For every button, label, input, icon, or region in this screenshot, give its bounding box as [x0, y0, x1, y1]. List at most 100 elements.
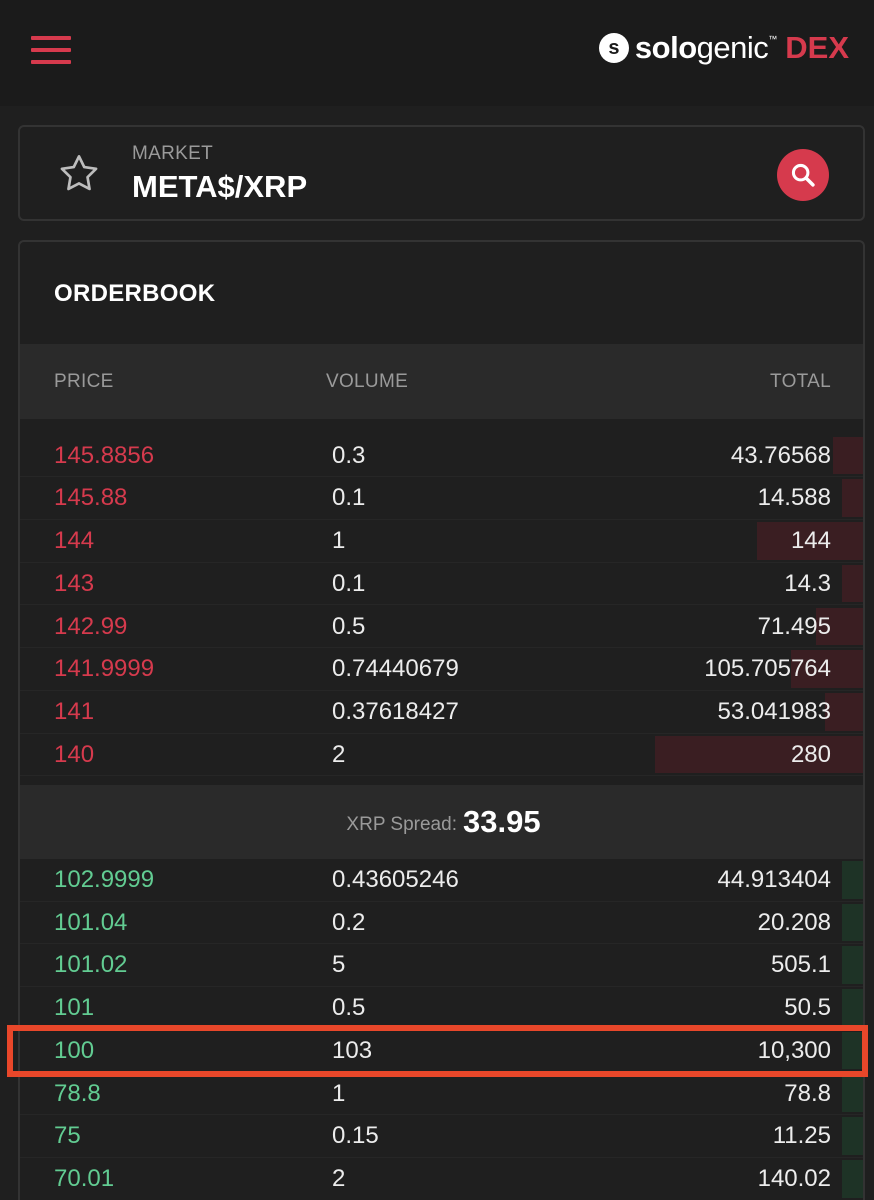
bid-total-cell: 505.1 — [770, 951, 831, 979]
bid-depth-bar — [841, 989, 863, 1027]
bid-depth-bar — [841, 946, 863, 985]
bid-order-row[interactable]: 75 0.15 11.25 — [20, 1115, 863, 1158]
bid-price-cell: 78.8 — [54, 1079, 101, 1107]
ask-volume-cell: 0.37618427 — [332, 697, 459, 725]
ask-volume-cell: 0.3 — [332, 441, 366, 469]
hamburger-menu-icon[interactable] — [31, 36, 71, 64]
ask-order-row[interactable]: 141 0.37618427 53.041983 — [20, 691, 863, 734]
spread-bar: XRP Spread: 33.95 — [20, 785, 863, 859]
brand-logo[interactable]: s sologenic ™ DEX — [598, 28, 849, 68]
search-icon — [791, 163, 815, 187]
bid-order-row[interactable]: 70.01 2 140.02 — [20, 1158, 863, 1200]
bid-total-cell: 44.913404 — [717, 866, 831, 893]
bid-depth-bar — [841, 1159, 863, 1198]
market-selector[interactable]: MARKET META$/XRP — [18, 125, 865, 221]
bid-depth-bar — [841, 903, 863, 942]
ask-order-row[interactable]: 143 0.1 14.3 — [20, 563, 863, 606]
bid-volume-cell: 0.5 — [332, 994, 366, 1022]
bid-volume-cell: 2 — [332, 1164, 346, 1192]
bid-price-cell: 101.04 — [54, 908, 128, 936]
column-header-volume: VOLUME — [326, 371, 409, 392]
ask-volume-cell: 2 — [332, 740, 346, 768]
bid-total-cell: 11.25 — [772, 1122, 831, 1150]
bid-volume-cell: 1 — [332, 1079, 346, 1107]
column-header-price: PRICE — [54, 371, 114, 392]
brand-trademark: ™ — [768, 34, 778, 44]
orderbook-title: ORDERBOOK — [54, 280, 216, 307]
market-label: MARKET — [132, 143, 213, 164]
bid-depth-bar — [841, 1117, 863, 1155]
bid-order-row[interactable]: 100 103 10,300 — [20, 1030, 863, 1073]
bid-order-row[interactable]: 102.9999 0.43605246 44.913404 — [20, 859, 863, 902]
brand-dex-label: DEX — [785, 30, 849, 65]
bid-order-row[interactable]: 101 0.5 50.5 — [20, 987, 863, 1030]
bid-volume-cell: 103 — [332, 1036, 373, 1064]
ask-total-cell: 71.495 — [757, 612, 831, 640]
bid-volume-cell: 0.2 — [332, 908, 366, 936]
ask-depth-bar — [833, 436, 863, 475]
ask-depth-bar — [841, 564, 863, 603]
bid-price-cell: 75 — [54, 1122, 81, 1150]
ask-price-cell: 141.9999 — [54, 655, 155, 683]
bid-price-cell: 100 — [54, 1036, 95, 1064]
bid-depth-bar — [841, 861, 863, 899]
ask-order-row[interactable]: 142.99 0.5 71.495 — [20, 606, 863, 649]
ask-order-row[interactable]: 144 1 144 — [20, 520, 863, 563]
market-pair: META$/XRP — [132, 169, 308, 204]
orderbook-header: PRICE VOLUME TOTAL — [20, 344, 863, 419]
bid-total-cell: 50.5 — [784, 994, 831, 1022]
bid-depth-bar — [841, 1074, 863, 1113]
ask-depth-bar — [655, 735, 863, 774]
bid-price-cell: 102.9999 — [54, 866, 155, 893]
bid-volume-cell: 0.15 — [332, 1122, 379, 1150]
bid-total-cell: 140.02 — [757, 1164, 831, 1192]
ask-volume-cell: 0.1 — [332, 484, 366, 512]
bid-total-cell: 10,300 — [757, 1036, 831, 1064]
ask-total-cell: 14.588 — [757, 484, 831, 512]
star-outline-icon[interactable] — [56, 151, 102, 197]
ask-volume-cell: 0.1 — [332, 569, 366, 597]
ask-price-cell: 143 — [54, 569, 95, 597]
ask-total-cell: 144 — [790, 527, 831, 555]
bid-price-cell: 101 — [54, 994, 95, 1022]
ask-total-cell: 14.3 — [784, 569, 831, 597]
bid-volume-cell: 5 — [332, 951, 346, 979]
column-header-total: TOTAL — [770, 371, 831, 392]
ask-orders-list[interactable]: 145.8856 0.3 43.76568 145.88 0.1 14.588 144 1 14… — [20, 419, 863, 785]
ask-price-cell: 145.88 — [54, 484, 128, 512]
ask-price-cell: 140 — [54, 740, 95, 768]
ask-volume-cell: 1 — [332, 527, 346, 555]
ask-order-row[interactable]: 141.9999 0.74440679 105.705764 — [20, 648, 863, 691]
spread-value: 33.95 — [462, 804, 541, 839]
bid-volume-cell: 0.43605246 — [332, 866, 459, 893]
top-bar: s sologenic ™ DEX — [0, 0, 874, 106]
orderbook-panel: ORDERBOOK PRICE VOLUME TOTAL 145.8856 0.3… — [18, 240, 865, 1200]
bid-order-row[interactable]: 78.8 1 78.8 — [20, 1073, 863, 1116]
ask-total-cell: 53.041983 — [717, 697, 831, 725]
brand-name: sologenic — [634, 30, 769, 65]
sologenic-logo-icon: s — [598, 33, 629, 63]
ask-price-cell: 144 — [54, 527, 95, 555]
bid-price-cell: 101.02 — [54, 951, 128, 979]
bid-depth-bar — [841, 1031, 863, 1070]
ask-price-cell: 141 — [54, 697, 95, 725]
bid-total-cell: 78.8 — [784, 1079, 831, 1107]
ask-order-row[interactable]: 145.88 0.1 14.588 — [20, 477, 863, 521]
ask-price-cell: 142.99 — [54, 612, 128, 640]
bid-orders-list[interactable]: 102.9999 0.43605246 44.913404 101.04 0.2 20.2… — [20, 859, 863, 1200]
ask-price-cell: 145.8856 — [54, 441, 155, 469]
bid-total-cell: 20.208 — [757, 908, 831, 936]
ask-volume-cell: 0.5 — [332, 612, 366, 640]
ask-depth-bar — [841, 479, 863, 518]
ask-total-cell: 43.76568 — [730, 441, 831, 469]
search-button[interactable] — [777, 149, 829, 201]
ask-order-row[interactable]: 140 2 280 — [20, 734, 863, 777]
bid-order-row[interactable]: 101.02 5 505.1 — [20, 944, 863, 988]
bid-order-row[interactable]: 101.04 0.2 20.208 — [20, 902, 863, 945]
ask-volume-cell: 0.74440679 — [332, 655, 459, 683]
ask-order-row[interactable]: 145.8856 0.3 43.76568 — [20, 435, 863, 478]
spread-label: XRP Spread: — [346, 814, 457, 835]
ask-total-cell: 105.705764 — [704, 655, 831, 683]
ask-total-cell: 280 — [790, 740, 831, 768]
bid-price-cell: 70.01 — [54, 1164, 115, 1192]
